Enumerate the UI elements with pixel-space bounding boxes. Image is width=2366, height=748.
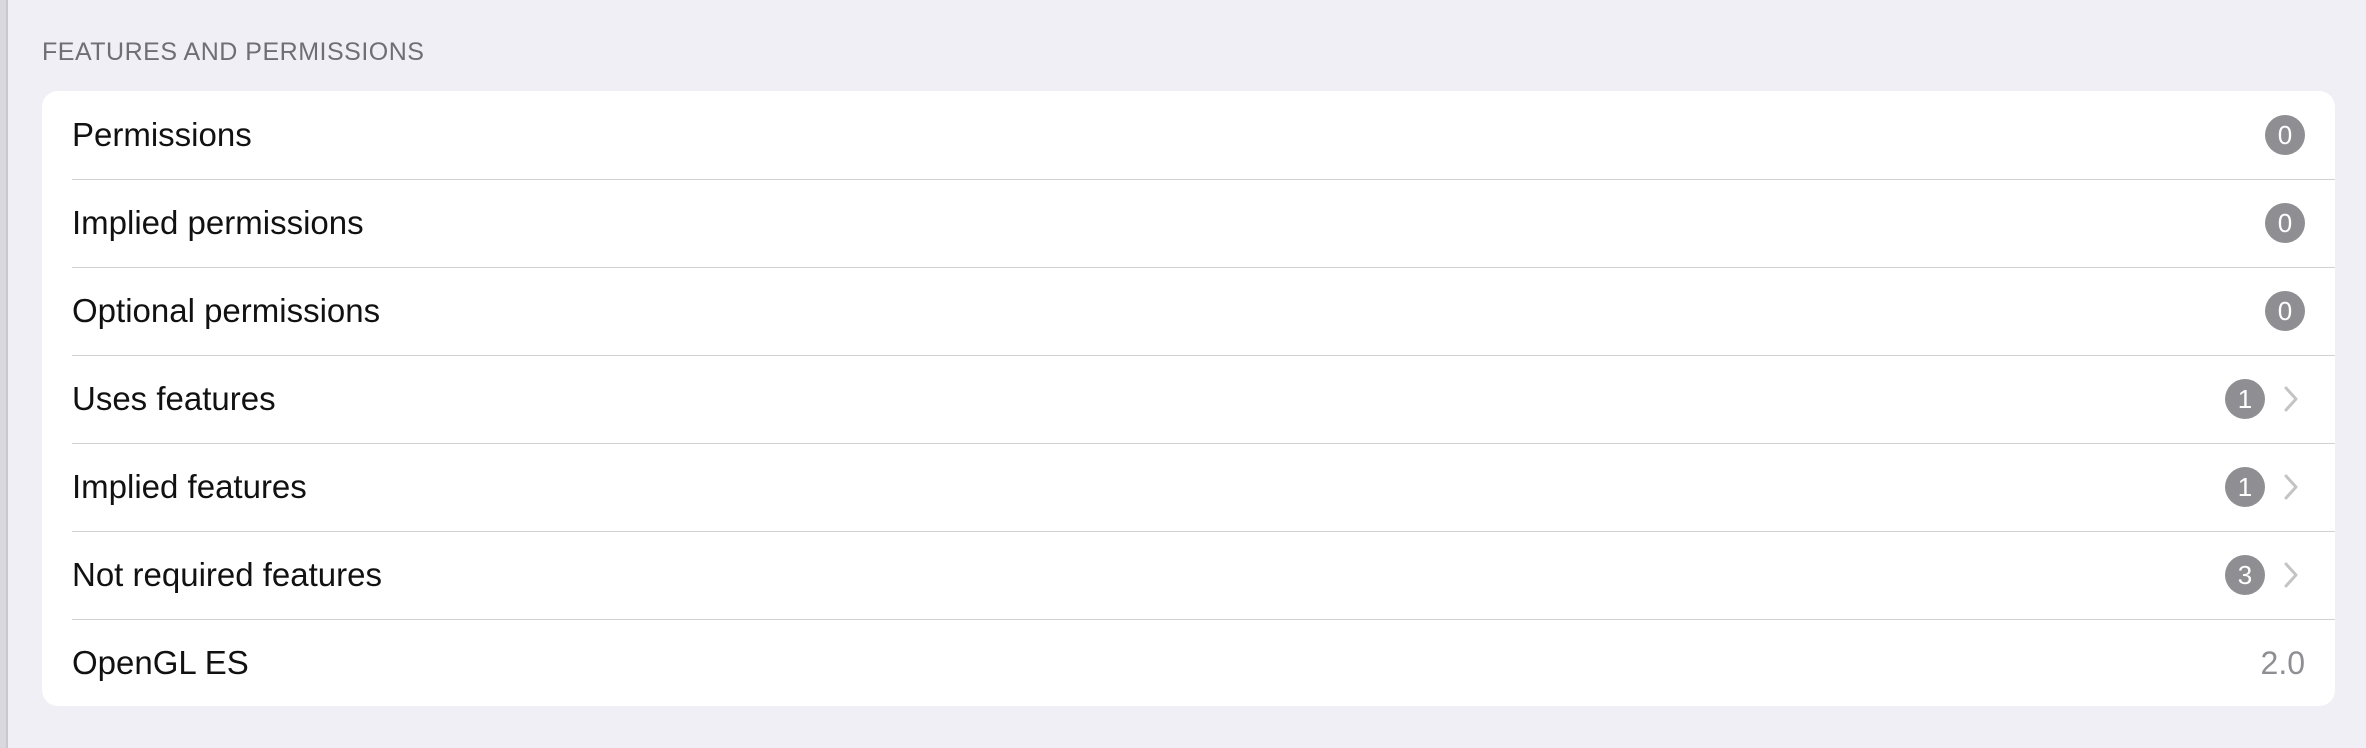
row-uses-features[interactable]: Uses features 1: [42, 355, 2335, 443]
window-left-edge: [0, 0, 8, 748]
chevron-right-icon: [2277, 467, 2305, 507]
row-label: Optional permissions: [72, 292, 381, 329]
count-badge: 0: [2265, 203, 2305, 243]
chevron-right-icon: [2277, 555, 2305, 595]
features-permissions-list: Permissions 0 Implied permissions 0 Opti…: [42, 91, 2335, 706]
count-badge: 0: [2265, 291, 2305, 331]
row-implied-features[interactable]: Implied features 1: [42, 443, 2335, 531]
row-opengl-es: OpenGL ES 2.0: [42, 619, 2335, 706]
count-badge: 3: [2225, 555, 2265, 595]
section-header: FEATURES AND PERMISSIONS: [42, 38, 425, 66]
row-label: OpenGL ES: [72, 644, 249, 681]
row-permissions: Permissions 0: [42, 91, 2335, 179]
row-not-required-features[interactable]: Not required features 3: [42, 531, 2335, 619]
row-label: Permissions: [72, 116, 252, 153]
count-badge: 0: [2265, 115, 2305, 155]
count-badge: 1: [2225, 379, 2265, 419]
row-optional-permissions: Optional permissions 0: [42, 267, 2335, 355]
row-label: Uses features: [72, 380, 276, 417]
row-label: Implied features: [72, 468, 307, 505]
row-label: Implied permissions: [72, 204, 364, 241]
row-implied-permissions: Implied permissions 0: [42, 179, 2335, 267]
row-label: Not required features: [72, 556, 383, 593]
count-badge: 1: [2225, 467, 2265, 507]
opengl-version-value: 2.0: [2260, 644, 2305, 681]
chevron-right-icon: [2277, 379, 2305, 419]
